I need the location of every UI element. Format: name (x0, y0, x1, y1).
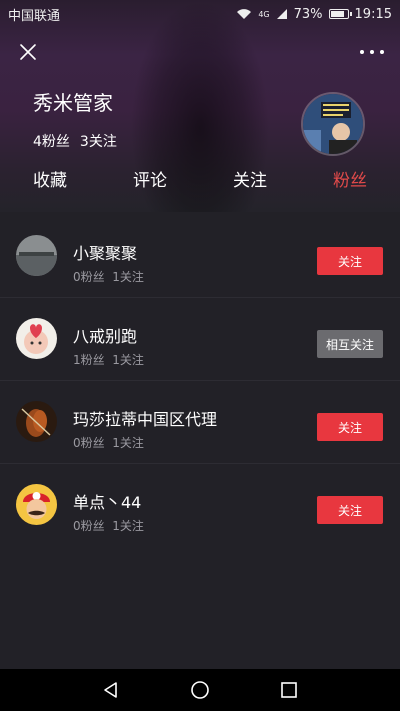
network-type-label: 4G (258, 9, 270, 19)
close-icon (20, 44, 36, 60)
user-name: 玛莎拉蒂中国区代理 (73, 410, 218, 429)
list-item[interactable]: 单点丶44 0粉丝 1关注 关注 (0, 464, 400, 546)
tab-favorites[interactable]: 收藏 (33, 166, 67, 191)
profile-avatar[interactable] (301, 92, 365, 156)
tab-fans[interactable]: 粉丝 (333, 166, 367, 191)
avatar-image (16, 235, 57, 276)
status-indicators: 4G 73% 19:15 (236, 7, 392, 22)
user-stats: 1粉丝 1关注 (73, 353, 144, 367)
system-navigation-bar (0, 669, 400, 711)
clock: 19:15 (354, 6, 392, 22)
profile-name: 秀米管家 (33, 91, 113, 115)
user-avatar[interactable] (16, 484, 57, 525)
user-stats: 0粉丝 1关注 (73, 519, 144, 533)
battery-percent: 73% (293, 6, 323, 22)
avatar-image (16, 401, 57, 442)
profile-avatar-image (303, 94, 363, 154)
user-name: 单点丶44 (73, 493, 142, 512)
fans-count[interactable]: 4粉丝 (33, 131, 70, 151)
user-name: 小聚聚聚 (73, 244, 138, 263)
more-icon (360, 50, 364, 54)
follow-button[interactable]: 关注 (317, 413, 383, 441)
follow-button[interactable]: 关注 (317, 496, 383, 524)
signal-icon (276, 9, 287, 19)
list-item[interactable]: 玛莎拉蒂中国区代理 0粉丝 1关注 关注 (0, 381, 400, 464)
avatar-image (16, 318, 57, 359)
more-button[interactable] (360, 42, 384, 62)
user-avatar[interactable] (16, 318, 57, 359)
recents-button[interactable] (264, 669, 314, 711)
profile-tabs: 收藏 评论 关注 粉丝 (0, 166, 400, 198)
user-stats: 0粉丝 1关注 (73, 436, 144, 450)
battery-fill (330, 11, 344, 17)
user-avatar[interactable] (16, 235, 57, 276)
tab-comments[interactable]: 评论 (133, 166, 167, 191)
follow-button[interactable]: 关注 (317, 247, 383, 275)
list-item[interactable]: 小聚聚聚 0粉丝 1关注 关注 (0, 215, 400, 298)
status-bar: 中国联通 4G 73% 19:15 (0, 0, 400, 28)
battery-icon (328, 9, 352, 19)
home-button[interactable] (175, 669, 225, 711)
back-icon (104, 682, 117, 698)
wifi-icon (237, 9, 252, 19)
user-stats: 0粉丝 1关注 (73, 270, 144, 284)
carrier-label: 中国联通 (8, 8, 61, 24)
follower-list: 小聚聚聚 0粉丝 1关注 关注 八戒别跑 1粉丝 1关注 相互关注 玛莎拉蒂中国… (0, 215, 400, 546)
list-item[interactable]: 八戒别跑 1粉丝 1关注 相互关注 (0, 298, 400, 381)
tab-following[interactable]: 关注 (233, 166, 267, 191)
user-avatar[interactable] (16, 401, 57, 442)
mutual-follow-button[interactable]: 相互关注 (317, 330, 383, 358)
avatar-image (16, 484, 57, 525)
recents-icon (281, 682, 297, 698)
user-name: 八戒别跑 (73, 327, 138, 346)
close-button[interactable] (16, 40, 40, 64)
follows-count[interactable]: 3关注 (80, 131, 117, 151)
back-button[interactable] (86, 669, 136, 711)
home-icon (191, 681, 209, 699)
profile-stats: 4粉丝 3关注 (33, 131, 117, 151)
